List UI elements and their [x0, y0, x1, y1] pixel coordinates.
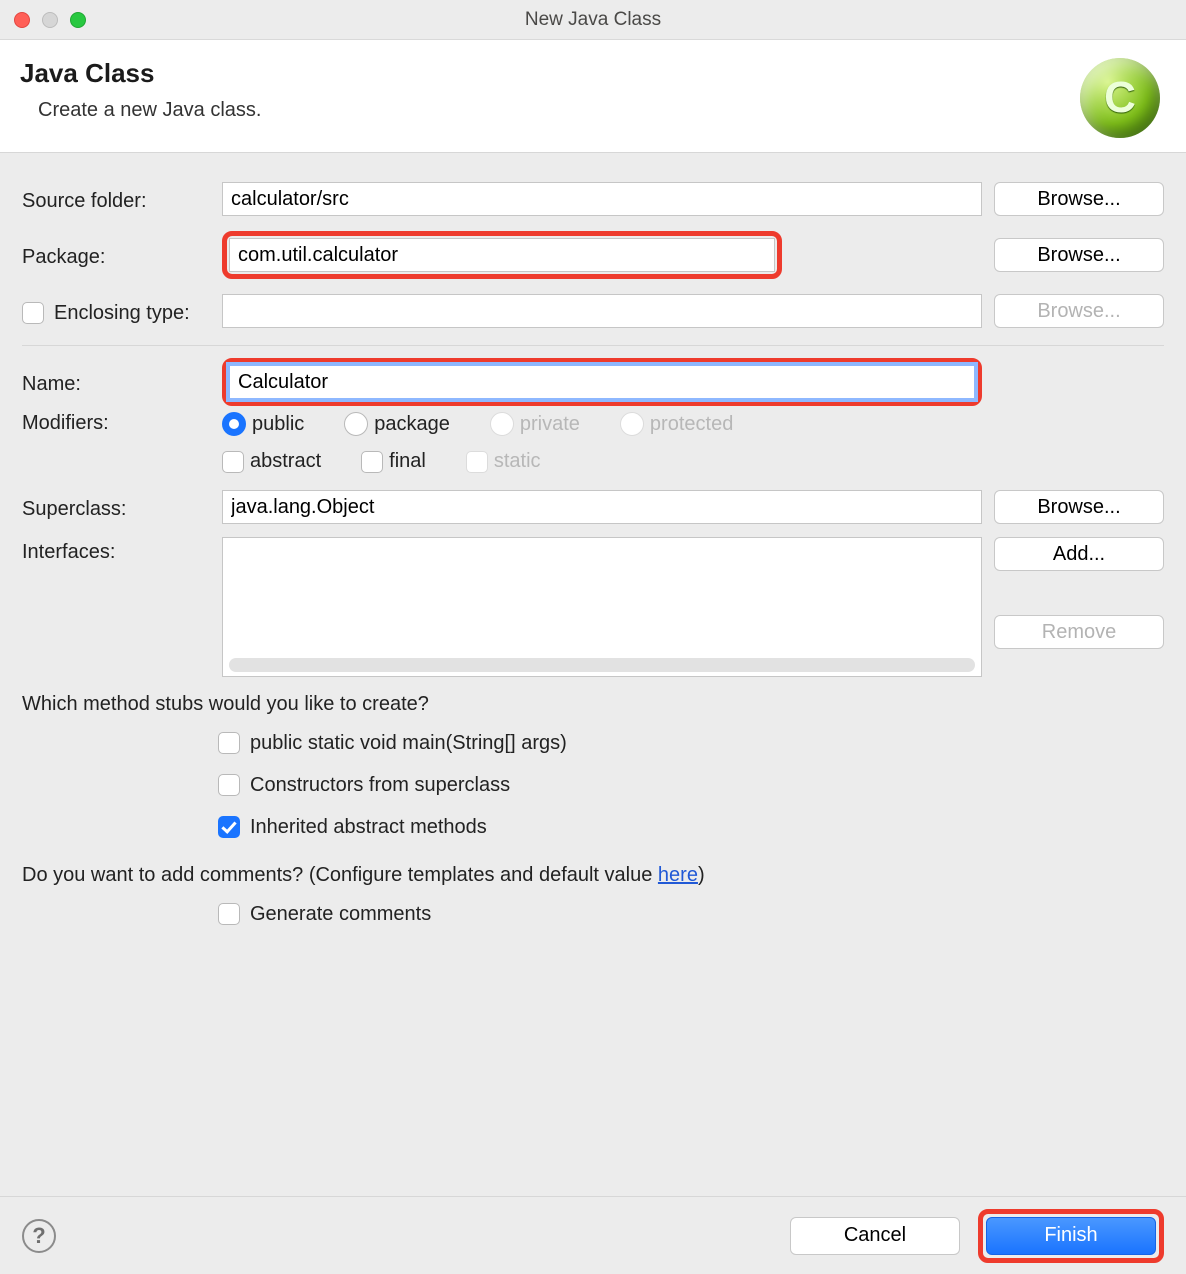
label-enclosing-type: Enclosing type: — [54, 302, 190, 325]
titlebar: New Java Class — [0, 0, 1186, 40]
generate-comments-label: Generate comments — [250, 903, 431, 926]
scrollbar[interactable] — [229, 658, 975, 672]
modifier-final-label: final — [389, 450, 426, 473]
modifier-public-radio[interactable] — [222, 412, 246, 436]
label-modifiers: Modifiers: — [22, 408, 210, 435]
dialog-subtitle: Create a new Java class. — [38, 99, 261, 122]
comments-question: Do you want to add comments? (Configure … — [22, 864, 1164, 887]
browse-enclosing-button: Browse... — [994, 294, 1164, 328]
modifier-package-radio[interactable] — [344, 412, 368, 436]
highlight-name — [222, 358, 982, 406]
finish-button[interactable]: Finish — [986, 1217, 1156, 1255]
package-input[interactable] — [229, 238, 775, 272]
add-interface-button[interactable]: Add... — [994, 537, 1164, 571]
stub-inherited-checkbox[interactable] — [218, 816, 240, 838]
label-package: Package: — [22, 242, 210, 269]
superclass-input[interactable] — [222, 490, 982, 524]
modifier-abstract-checkbox[interactable] — [222, 451, 244, 473]
dialog-header: Java Class Create a new Java class. C — [0, 40, 1186, 153]
help-icon[interactable]: ? — [22, 1219, 56, 1253]
modifier-public-label: public — [252, 413, 304, 436]
modifier-protected-radio — [620, 412, 644, 436]
dialog-heading: Java Class — [20, 58, 261, 89]
highlight-finish: Finish — [978, 1209, 1164, 1263]
class-icon: C — [1080, 58, 1160, 138]
configure-templates-link[interactable]: here — [658, 864, 698, 886]
dialog-footer: ? Cancel Finish — [0, 1196, 1186, 1274]
label-name: Name: — [22, 369, 210, 396]
browse-source-folder-button[interactable]: Browse... — [994, 182, 1164, 216]
modifier-abstract-label: abstract — [250, 450, 321, 473]
source-folder-input[interactable] — [222, 182, 982, 216]
stub-superctor-label: Constructors from superclass — [250, 774, 510, 797]
enclosing-type-checkbox[interactable] — [22, 302, 44, 324]
enclosing-type-input[interactable] — [222, 294, 982, 328]
generate-comments-checkbox[interactable] — [218, 903, 240, 925]
modifier-private-label: private — [520, 413, 580, 436]
stub-main-label: public static void main(String[] args) — [250, 732, 567, 755]
label-interfaces: Interfaces: — [22, 537, 210, 564]
browse-package-button[interactable]: Browse... — [994, 238, 1164, 272]
modifier-package-label: package — [374, 413, 450, 436]
name-input[interactable] — [229, 365, 975, 399]
label-superclass: Superclass: — [22, 494, 210, 521]
highlight-package — [222, 231, 782, 279]
label-source-folder: Source folder: — [22, 186, 210, 213]
stubs-question: Which method stubs would you like to cre… — [22, 693, 1164, 716]
remove-interface-button: Remove — [994, 615, 1164, 649]
browse-superclass-button[interactable]: Browse... — [994, 490, 1164, 524]
stub-inherited-label: Inherited abstract methods — [250, 816, 487, 839]
stub-main-checkbox[interactable] — [218, 732, 240, 754]
modifier-private-radio — [490, 412, 514, 436]
stub-superctor-checkbox[interactable] — [218, 774, 240, 796]
window-title: New Java Class — [0, 9, 1186, 31]
form: Source folder: Browse... Package: Browse… — [0, 153, 1186, 1196]
modifier-static-checkbox — [466, 451, 488, 473]
modifier-final-checkbox[interactable] — [361, 451, 383, 473]
cancel-button[interactable]: Cancel — [790, 1217, 960, 1255]
interfaces-listbox[interactable] — [222, 537, 982, 677]
modifier-protected-label: protected — [650, 413, 733, 436]
modifier-static-label: static — [494, 450, 541, 473]
